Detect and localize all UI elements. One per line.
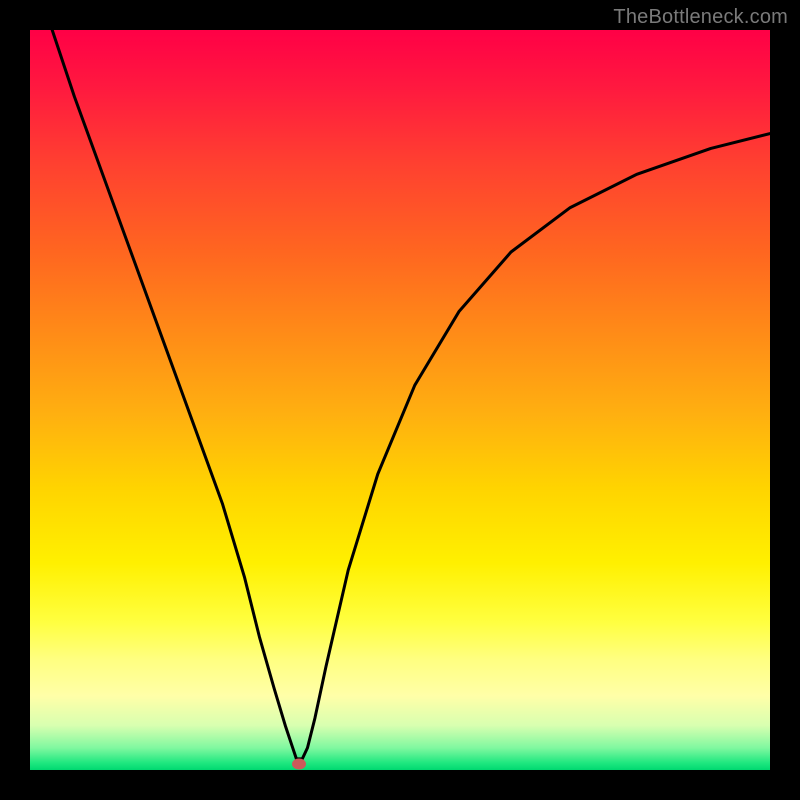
minimum-marker xyxy=(292,759,306,770)
curve-layer xyxy=(30,30,770,770)
plot-area xyxy=(30,30,770,770)
watermark-text: TheBottleneck.com xyxy=(613,6,788,29)
chart-stage: TheBottleneck.com xyxy=(0,0,800,800)
bottleneck-curve xyxy=(52,30,770,759)
